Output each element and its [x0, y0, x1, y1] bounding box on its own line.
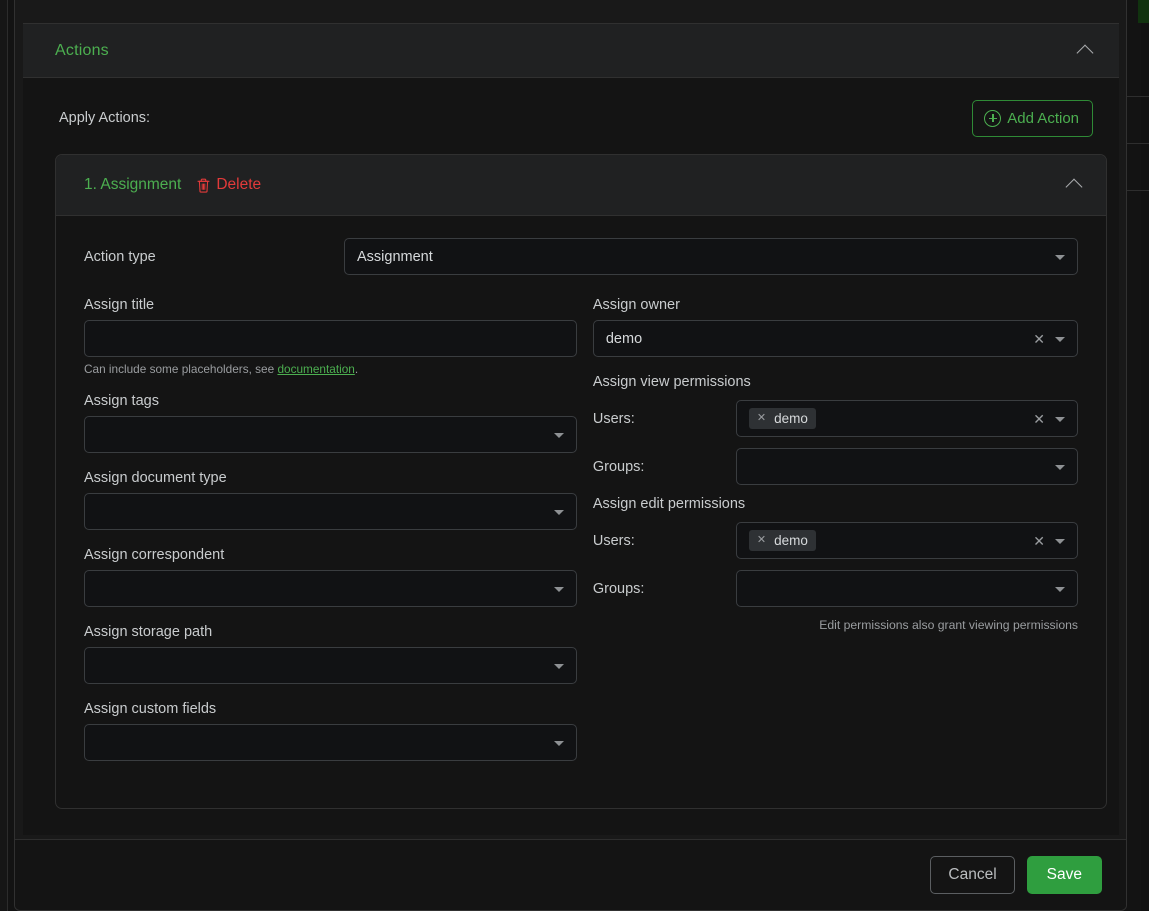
chevron-up-icon[interactable] [1075, 40, 1097, 62]
background-divider [1125, 143, 1149, 144]
background-sidebar-strip [0, 0, 8, 911]
caret-down-icon [553, 663, 564, 669]
assign-tags-field: Assign tags [84, 393, 577, 453]
edit-permissions-note: Edit permissions also grant viewing perm… [819, 618, 1078, 632]
chip-label: demo [774, 533, 808, 548]
apply-actions-label: Apply Actions: [59, 110, 151, 126]
edit-permissions-label: Assign edit permissions [592, 496, 746, 512]
assign-storage-path-label: Assign storage path [84, 624, 213, 640]
edit-permissions-groups-select[interactable] [735, 570, 1078, 607]
clear-x-icon[interactable]: ✕ [1033, 412, 1045, 426]
caret-down-icon [1055, 254, 1065, 260]
caret-down-icon [1055, 416, 1065, 422]
trash-icon [197, 178, 210, 193]
right-column: Assign owner demo ✕ Assign view permissi… [592, 297, 1078, 778]
edit-workflow-dialog: Actions Apply Actions: Add Action 1. Ass… [14, 0, 1127, 911]
assign-tags-label: Assign tags [84, 393, 159, 409]
assign-custom-fields-label: Assign custom fields [84, 701, 217, 717]
plus-circle-icon [984, 109, 1002, 127]
chip-remove-icon[interactable]: ✕ [757, 535, 766, 546]
caret-down-icon [1055, 538, 1065, 544]
assign-correspondent-select[interactable] [84, 570, 577, 607]
assign-title-hint: Can include some placeholders, see docum… [84, 362, 577, 376]
caret-down-icon [553, 586, 564, 592]
assign-title-input[interactable] [84, 320, 577, 357]
edit-permissions-users-row: Users: ✕ demo ✕ [593, 522, 1078, 559]
assign-owner-select[interactable]: demo ✕ [592, 320, 1078, 357]
edit-groups-label: Groups: [592, 580, 645, 597]
user-chip[interactable]: ✕ demo [748, 408, 816, 429]
clear-x-icon[interactable]: ✕ [1033, 332, 1045, 346]
caret-down-icon [1055, 336, 1065, 342]
edit-permissions-users-select[interactable]: ✕ demo ✕ [735, 522, 1078, 559]
hint-prefix: Can include some placeholders, see [84, 362, 278, 376]
action-type-select[interactable]: Assignment [344, 238, 1078, 275]
actions-accordion: Actions Apply Actions: Add Action 1. Ass… [23, 23, 1119, 835]
background-green-band [1138, 0, 1149, 23]
actions-accordion-header[interactable]: Actions [23, 24, 1119, 78]
hint-suffix: . [354, 362, 359, 376]
assign-document-type-select[interactable] [84, 493, 577, 530]
background-divider [1125, 190, 1149, 191]
caret-down-icon [553, 509, 564, 515]
background-right-strip [1141, 0, 1149, 911]
cancel-button[interactable]: Cancel [930, 856, 1015, 894]
edit-permissions-groups-row: Groups: [593, 570, 1078, 607]
chip-remove-icon[interactable]: ✕ [757, 413, 766, 424]
add-action-button[interactable]: Add Action [972, 99, 1093, 137]
actions-accordion-panel: Apply Actions: Add Action 1. Assignment [23, 78, 1119, 835]
action-card-header[interactable]: 1. Assignment Delete [56, 155, 1106, 216]
assign-correspondent-field: Assign correspondent [84, 547, 577, 607]
caret-down-icon [553, 432, 564, 438]
user-chip[interactable]: ✕ demo [748, 530, 816, 551]
assign-custom-fields-select[interactable] [84, 724, 577, 761]
actions-accordion-title: Actions [55, 41, 109, 59]
view-users-label: Users: [592, 410, 635, 427]
assign-title-label: Assign title [84, 297, 155, 313]
delete-action-button[interactable]: Delete [197, 176, 1064, 194]
assign-correspondent-label: Assign correspondent [84, 547, 225, 563]
assign-document-type-label: Assign document type [84, 470, 227, 486]
assign-storage-path-select[interactable] [84, 647, 577, 684]
save-button[interactable]: Save [1026, 856, 1102, 894]
action-type-label: Action type [84, 248, 156, 265]
caret-down-icon [1055, 464, 1065, 470]
apply-actions-row: Apply Actions: Add Action [23, 78, 1119, 137]
left-column: Assign title Can include some placeholde… [84, 297, 577, 778]
chip-label: demo [774, 411, 808, 426]
view-permissions-users-row: Users: ✕ demo ✕ [593, 400, 1078, 437]
view-permissions-users-select[interactable]: ✕ demo ✕ [735, 400, 1078, 437]
view-permissions-groups-row: Groups: [593, 448, 1078, 485]
assign-custom-fields-field: Assign custom fields [84, 701, 577, 761]
assign-owner-label: Assign owner [592, 297, 680, 313]
chevron-up-icon[interactable] [1064, 174, 1086, 196]
view-permissions-label: Assign view permissions [592, 374, 751, 390]
caret-down-icon [553, 740, 564, 746]
assign-owner-field: Assign owner demo ✕ [592, 297, 1078, 357]
assign-storage-path-field: Assign storage path [84, 624, 577, 684]
action-card-body: Action type Assignment Assign title Can … [56, 216, 1106, 808]
assign-title-field: Assign title Can include some placeholde… [84, 297, 577, 376]
dialog-body: Actions Apply Actions: Add Action 1. Ass… [15, 0, 1126, 839]
action-card: 1. Assignment Delete Action type Assignm… [55, 154, 1107, 809]
add-action-label: Add Action [1007, 109, 1079, 127]
view-permissions-groups-select[interactable] [735, 448, 1078, 485]
view-groups-label: Groups: [592, 458, 645, 475]
clear-x-icon[interactable]: ✕ [1033, 534, 1045, 548]
documentation-link[interactable]: documentation [277, 362, 354, 376]
edit-users-label: Users: [592, 532, 635, 549]
action-card-title: 1. Assignment [84, 176, 182, 193]
background-divider [1125, 96, 1149, 97]
action-type-row: Action type Assignment [84, 238, 1078, 275]
assign-document-type-field: Assign document type [84, 470, 577, 530]
delete-action-label: Delete [216, 176, 262, 193]
action-type-value: Assignment [357, 248, 433, 265]
assign-tags-select[interactable] [84, 416, 577, 453]
caret-down-icon [1055, 586, 1065, 592]
action-fields-columns: Assign title Can include some placeholde… [84, 297, 1078, 778]
assign-owner-value: demo [605, 330, 643, 347]
dialog-footer: Cancel Save [15, 839, 1126, 910]
